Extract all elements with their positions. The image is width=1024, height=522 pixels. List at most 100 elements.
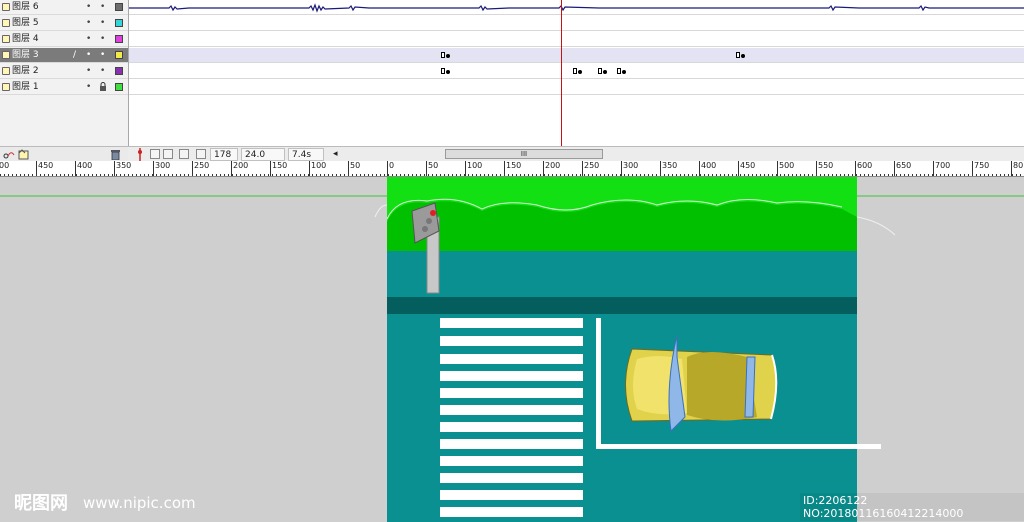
ruler-tick: [236, 174, 237, 176]
ruler-tick: [884, 174, 885, 176]
ruler-tick: [636, 174, 637, 176]
ruler-tick: [396, 174, 397, 176]
ruler-label: 250: [194, 161, 210, 170]
keyframe[interactable]: [603, 70, 607, 74]
ruler-tick: [432, 174, 433, 176]
keyframe-end-marker[interactable]: [441, 68, 445, 74]
ruler-tick: [808, 174, 809, 176]
keyframe[interactable]: [446, 54, 450, 58]
ruler-tick: [96, 174, 97, 176]
keyframe-end-marker[interactable]: [736, 52, 740, 58]
layer-row-3[interactable]: 图层 3 / • •: [0, 48, 128, 63]
ruler-tick: [760, 174, 761, 176]
playhead[interactable]: [561, 0, 562, 146]
outline-color-swatch[interactable]: [115, 35, 123, 43]
outline-color-swatch[interactable]: [115, 3, 123, 11]
visibility-toggle[interactable]: •: [86, 17, 91, 30]
ruler-tick: [12, 174, 13, 176]
layer-row-4[interactable]: 图层 4 • •: [0, 32, 128, 47]
frame-rate-field[interactable]: 24.0 fps: [241, 148, 285, 173]
layer-name: 图层 2: [12, 66, 39, 76]
ruler-tick: [304, 174, 305, 176]
keyframe-end-marker[interactable]: [617, 68, 621, 74]
layer-row-5[interactable]: 图层 5 • •: [0, 16, 128, 31]
ruler-tick: [124, 174, 125, 176]
ruler-tick: [744, 174, 745, 176]
ruler-tick: [728, 174, 729, 176]
visibility-toggle[interactable]: •: [86, 49, 91, 62]
visibility-toggle[interactable]: •: [86, 65, 91, 78]
ruler-tick: [476, 174, 477, 176]
ruler-tick: [436, 174, 437, 176]
ruler-tick: [752, 174, 753, 176]
ruler-tick: [412, 174, 413, 176]
outline-color-swatch[interactable]: [115, 51, 123, 59]
padlock-icon[interactable]: [99, 82, 107, 91]
ruler-tick: [72, 174, 73, 176]
ruler-tick: [676, 174, 677, 176]
keyframe-end-marker[interactable]: [573, 68, 577, 74]
ruler-tick: [952, 174, 953, 176]
outline-color-swatch[interactable]: [115, 19, 123, 27]
ruler-tick: [4, 174, 5, 176]
ruler-tick: [768, 174, 769, 176]
frame-row-layer-4[interactable]: [129, 32, 1024, 47]
layer-name: 图层 3: [12, 50, 39, 60]
frame-row-layer-3[interactable]: [129, 48, 1024, 63]
layer-row-6[interactable]: 图层 6 • •: [0, 0, 128, 15]
keyframe[interactable]: [741, 54, 745, 58]
stage-area[interactable]: 昵图网 www.nipic.com ID:2206122 NO:20180116…: [0, 177, 1024, 522]
outline-color-swatch[interactable]: [115, 83, 123, 91]
layer-list: 图层 6 • • 图层 5 • • 图层 4 • • 图层 3 / • • 图层…: [0, 0, 129, 146]
ruler-tick: [996, 174, 997, 176]
onion-skin-button[interactable]: [150, 149, 160, 159]
ruler-tick: [88, 174, 89, 176]
lock-toggle[interactable]: •: [100, 33, 105, 46]
keyframe[interactable]: [622, 70, 626, 74]
edit-multiple-frames-button[interactable]: [179, 149, 189, 159]
ruler-tick: [688, 174, 689, 176]
ruler-tick: [484, 174, 485, 176]
timeline-scrollbar-thumb[interactable]: III: [445, 149, 603, 159]
lock-toggle[interactable]: •: [100, 65, 105, 78]
keyframe[interactable]: [578, 70, 582, 74]
layer-row-1[interactable]: 图层 1 •: [0, 80, 128, 95]
layer-name: 图层 1: [12, 82, 39, 92]
visibility-toggle[interactable]: •: [86, 81, 91, 94]
ruler-tick: [796, 174, 797, 176]
ruler-tick: [900, 174, 901, 176]
frame-grid[interactable]: [129, 0, 1024, 146]
frame-row-layer-5[interactable]: [129, 16, 1024, 31]
ruler-tick: [976, 174, 977, 176]
frame-row-layer-2[interactable]: [129, 64, 1024, 79]
visibility-toggle[interactable]: •: [86, 33, 91, 46]
add-layer-icons[interactable]: [3, 149, 29, 160]
ruler-tick: [716, 174, 717, 176]
ruler-tick: [844, 174, 845, 176]
keyframe-end-marker[interactable]: [598, 68, 602, 74]
ruler-tick: [48, 174, 49, 176]
watermark-logo: 昵图网: [14, 493, 68, 514]
onion-skin-outline-button[interactable]: [163, 149, 173, 159]
keyframe-end-marker[interactable]: [441, 52, 445, 58]
lock-toggle[interactable]: •: [100, 1, 105, 14]
ruler-tick: [128, 174, 129, 176]
keyframe[interactable]: [446, 70, 450, 74]
ruler-major-tick: [699, 161, 700, 176]
trash-icon[interactable]: [110, 149, 121, 160]
ruler-label: 150: [506, 161, 522, 170]
scroll-left-arrow[interactable]: ◂: [333, 148, 338, 161]
lock-toggle[interactable]: •: [100, 17, 105, 30]
visibility-toggle[interactable]: •: [86, 1, 91, 14]
frame-row-layer-6[interactable]: [129, 0, 1024, 15]
layer-row-2[interactable]: 图层 2 • •: [0, 64, 128, 79]
lock-toggle[interactable]: •: [100, 49, 105, 62]
center-frame-icon[interactable]: [136, 148, 144, 161]
outline-color-swatch[interactable]: [115, 67, 123, 75]
ruler-tick: [368, 174, 369, 176]
ruler-tick: [92, 174, 93, 176]
ruler-label: 700: [935, 161, 951, 170]
ruler-tick: [836, 174, 837, 176]
frame-row-layer-1[interactable]: [129, 80, 1024, 95]
modify-onion-markers-button[interactable]: [196, 149, 206, 159]
